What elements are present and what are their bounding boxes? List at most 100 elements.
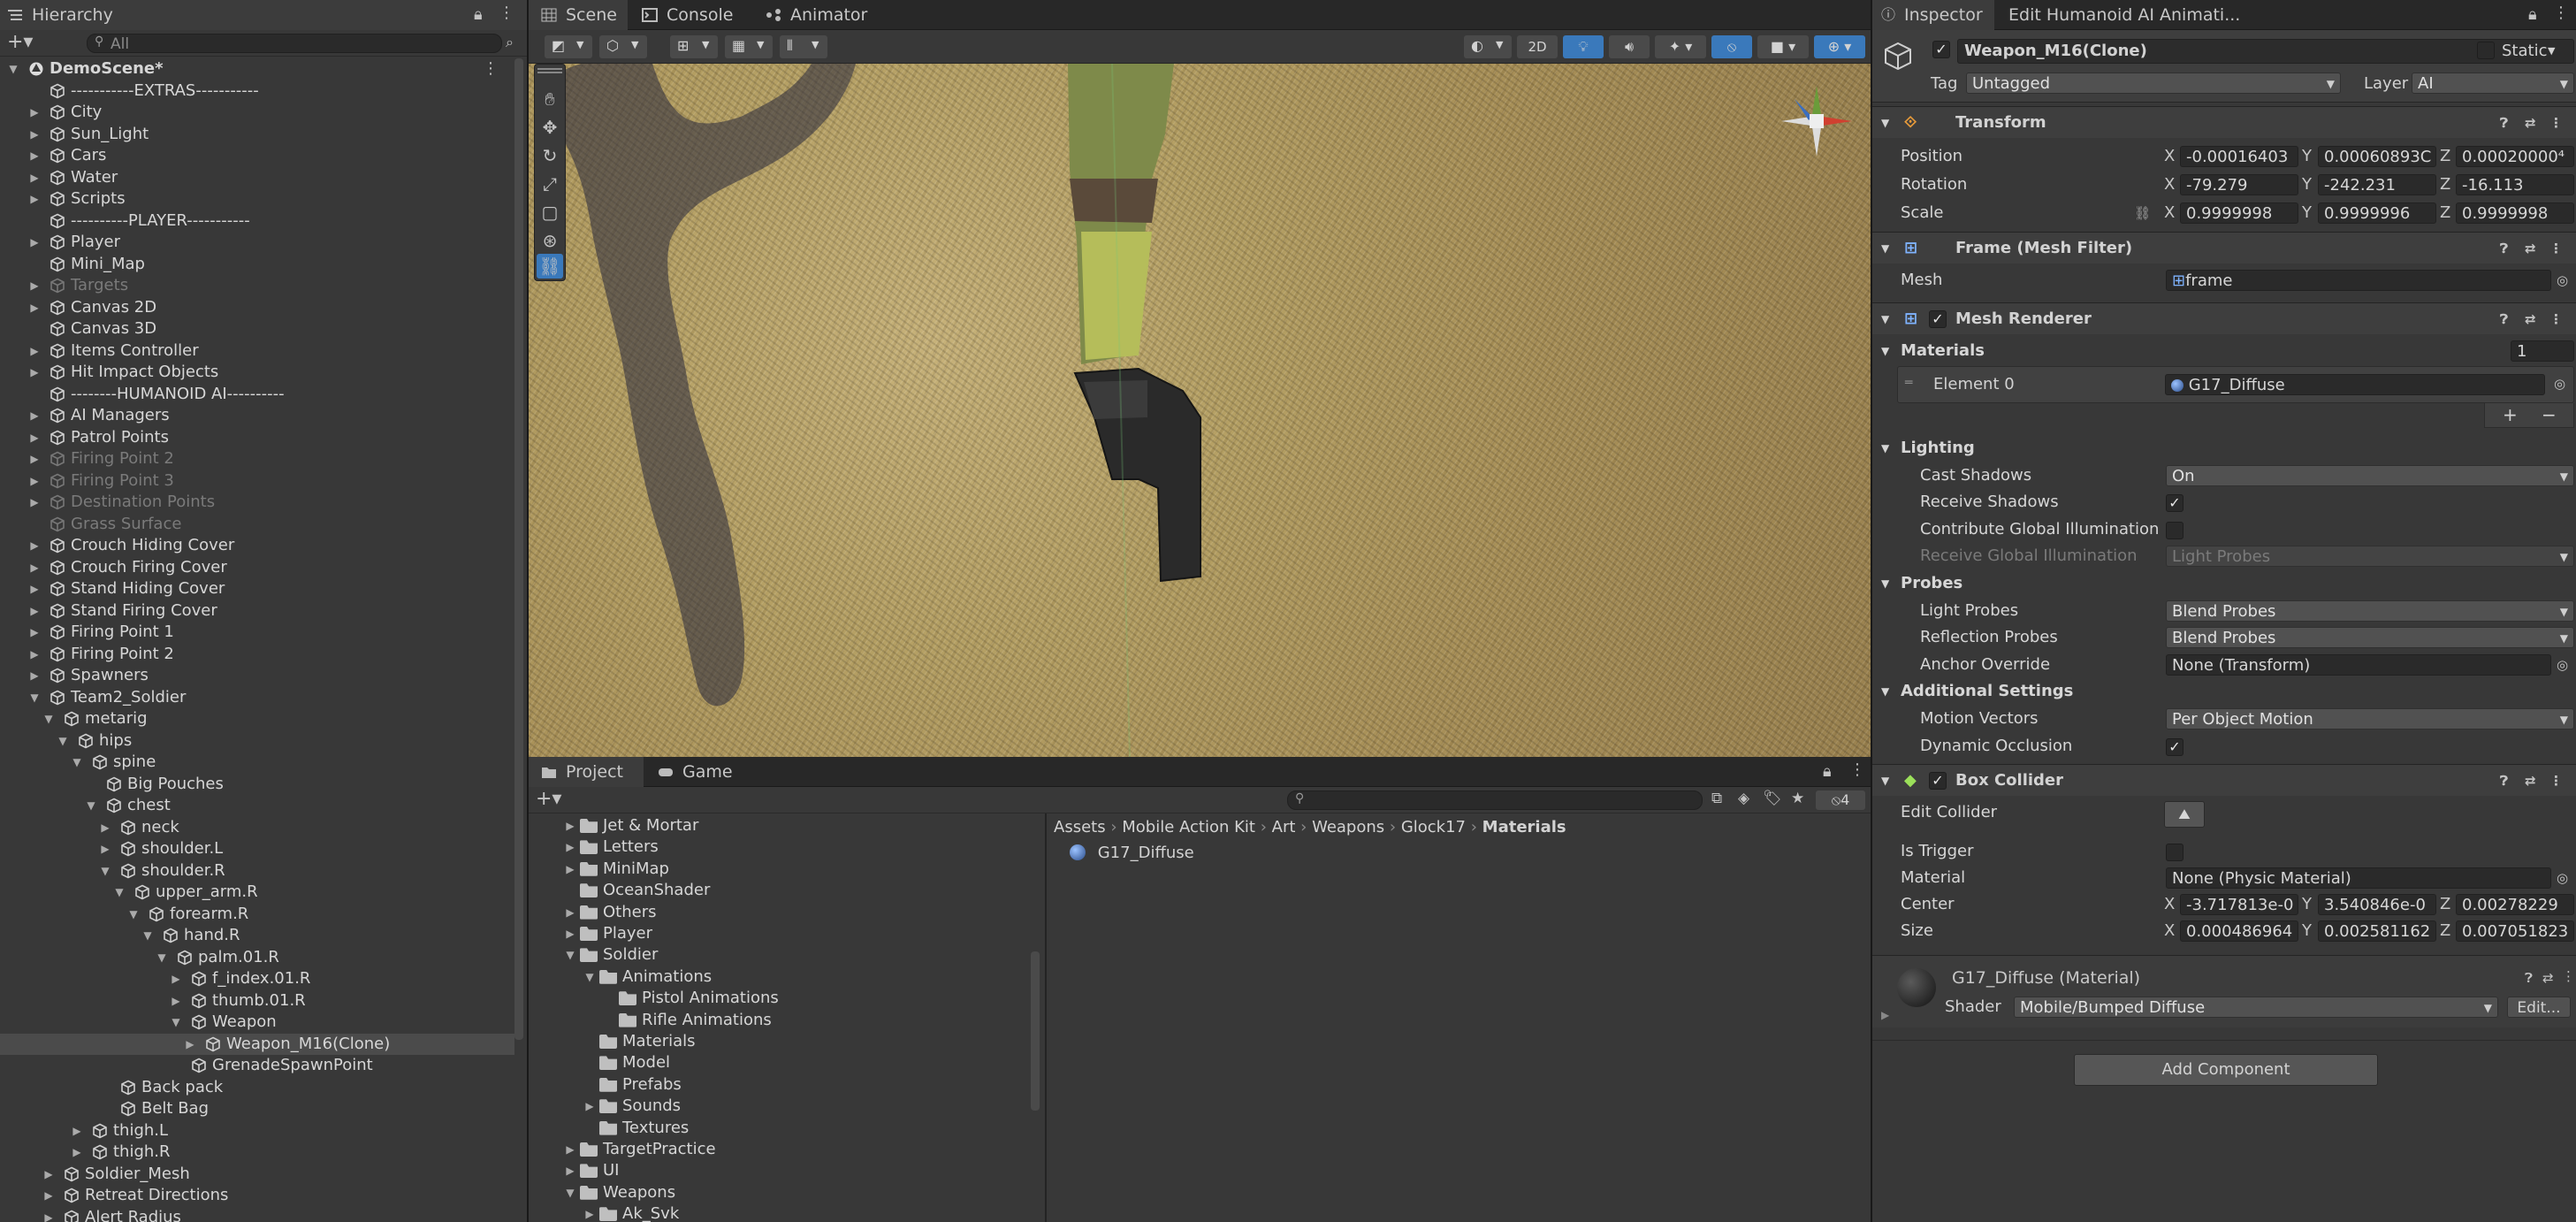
help-icon[interactable]: ❓︎ bbox=[2500, 107, 2508, 139]
preset-icon[interactable]: ⇄ bbox=[2525, 303, 2536, 335]
hierarchy-row[interactable]: ▶ Stand Firing Cover bbox=[0, 600, 514, 622]
hierarchy-row[interactable]: ▼ metarig bbox=[0, 708, 514, 729]
project-folder-row[interactable]: ▶ Player bbox=[529, 923, 1024, 944]
size-x-field[interactable]: 0.000486964 bbox=[2180, 920, 2298, 942]
foldout-closed-icon[interactable]: ▶ bbox=[564, 859, 576, 880]
foldout-closed-icon[interactable]: ▶ bbox=[28, 535, 41, 556]
scene-search-icon[interactable]: ⌕ bbox=[506, 34, 514, 51]
foldout-closed-icon[interactable]: ▶ bbox=[564, 836, 576, 858]
foldout-open-icon[interactable]: ▼ bbox=[85, 795, 97, 816]
component-menu-icon[interactable]: ⋮ bbox=[2562, 968, 2575, 984]
inspector-more-icon[interactable]: ⋮ bbox=[2553, 4, 2569, 22]
mesh-renderer-enabled-checkbox[interactable]: ✓ bbox=[1929, 310, 1947, 328]
hierarchy-row[interactable]: ▶ City bbox=[0, 102, 514, 123]
foldout-closed-icon[interactable]: ▶ bbox=[564, 1160, 576, 1181]
hierarchy-row[interactable]: Grass Surface bbox=[0, 514, 514, 535]
project-search-field[interactable]: ⚲ bbox=[1287, 790, 1703, 810]
preset-icon[interactable]: ⇄ bbox=[2542, 970, 2554, 986]
center-y-field[interactable]: 3.540846e-0 bbox=[2318, 894, 2436, 915]
foldout-closed-icon[interactable]: ▶ bbox=[28, 492, 41, 513]
hierarchy-row[interactable]: -----------EXTRAS----------- bbox=[0, 80, 514, 102]
active-checkbox[interactable]: ✓ bbox=[1932, 41, 1950, 58]
tab-game[interactable]: Game bbox=[645, 757, 751, 787]
foldout-closed-icon[interactable]: ▶ bbox=[28, 275, 41, 296]
align-dropdown[interactable]: ⫴ ▼ bbox=[780, 35, 827, 58]
box-collider-header[interactable]: ▼ ◆ ✓ Box Collider ❓︎ ⇄ ⋮ bbox=[1872, 764, 2576, 796]
foldout-closed-icon[interactable]: ▶ bbox=[28, 124, 41, 145]
hierarchy-row[interactable]: ▶ Firing Point 2 bbox=[0, 448, 514, 470]
hierarchy-row[interactable]: ▼ Weapon bbox=[0, 1012, 514, 1033]
project-folder-row[interactable]: ▶ UI bbox=[529, 1160, 1024, 1181]
foldout-closed-icon[interactable]: ▶ bbox=[564, 923, 576, 944]
position-z-field[interactable]: 0.00020000⁴ bbox=[2456, 146, 2574, 167]
transform-header[interactable]: ▼ ⟐ Transform ❓︎ ⇄ ⋮ bbox=[1872, 106, 2576, 138]
hierarchy-row[interactable]: ▶ shoulder.L bbox=[0, 838, 514, 859]
tab-edit-humanoid[interactable]: Edit Humanoid AI Animati... bbox=[1996, 0, 2240, 30]
foldout-closed-icon[interactable]: ▶ bbox=[28, 405, 41, 426]
foldout-open-icon[interactable]: ▼ bbox=[564, 944, 576, 966]
hierarchy-row[interactable]: ▶ Retreat Directions bbox=[0, 1185, 514, 1206]
hierarchy-row[interactable]: ▼ Team2_Soldier bbox=[0, 687, 514, 708]
hierarchy-row[interactable]: ----------PLAYER----------- bbox=[0, 210, 514, 232]
object-picker-icon[interactable]: ◎ bbox=[2554, 376, 2565, 392]
probes-section-row[interactable]: ▼ Probes bbox=[1872, 570, 2576, 597]
foldout-closed-icon[interactable]: ▶ bbox=[42, 1164, 55, 1185]
cast-shadows-dropdown[interactable]: On ▼ bbox=[2166, 464, 2574, 486]
hierarchy-row[interactable]: ▶ Weapon_M16(Clone) bbox=[0, 1033, 514, 1055]
foldout-closed-icon[interactable]: ▶ bbox=[28, 622, 41, 643]
foldout-open-icon[interactable]: ▼ bbox=[583, 966, 596, 988]
palette-grip[interactable] bbox=[537, 68, 562, 73]
project-split-divider[interactable] bbox=[1045, 813, 1047, 1222]
hierarchy-row[interactable]: ▶ f_index.01.R bbox=[0, 968, 514, 989]
size-y-field[interactable]: 0.002581162 bbox=[2318, 920, 2436, 942]
project-folder-row[interactable]: ▶ Others bbox=[529, 902, 1024, 923]
light-probes-dropdown[interactable]: Blend Probes ▼ bbox=[2166, 600, 2574, 622]
foldout-closed-icon[interactable]: ▶ bbox=[28, 600, 41, 622]
project-folder-row[interactable]: ▼ Animations bbox=[529, 966, 1024, 988]
contribute-gi-checkbox[interactable] bbox=[2166, 521, 2184, 539]
rotation-x-field[interactable]: -79.279 bbox=[2180, 174, 2298, 195]
project-folder-row[interactable]: Pistol Animations bbox=[529, 988, 1024, 1009]
foldout-closed-icon[interactable]: ▶ bbox=[28, 448, 41, 470]
hierarchy-row[interactable]: ▼ hand.R bbox=[0, 925, 514, 946]
mesh-renderer-header[interactable]: ▼ ⊞ ✓ Mesh Renderer ❓︎ ⇄ ⋮ bbox=[1872, 302, 2576, 334]
project-folder-row[interactable]: ▼ Soldier bbox=[529, 944, 1024, 966]
drag-handle-icon[interactable]: ═ bbox=[1905, 376, 1912, 390]
foldout-closed-icon[interactable]: ▶ bbox=[28, 557, 41, 578]
foldout-open-icon[interactable]: ▼ bbox=[71, 752, 83, 773]
hierarchy-row[interactable]: ▶ Sun_Light bbox=[0, 124, 514, 145]
foldout-closed-icon[interactable]: ▶ bbox=[28, 427, 41, 448]
scene-visibility-icon[interactable]: ⦸ bbox=[1711, 35, 1752, 58]
foldout-closed-icon[interactable]: ▶ bbox=[42, 1207, 55, 1222]
component-menu-icon[interactable]: ⋮ bbox=[2549, 107, 2563, 139]
foldout-open-icon[interactable]: ▼ bbox=[141, 925, 154, 946]
foldout-closed-icon[interactable]: ▶ bbox=[71, 1142, 83, 1163]
create-plus-button[interactable]: +▾ bbox=[7, 31, 33, 53]
hierarchy-row[interactable]: ▼ hips bbox=[0, 730, 514, 752]
hierarchy-row[interactable]: ▼ chest bbox=[0, 795, 514, 816]
foldout-open-icon[interactable]: ▼ bbox=[156, 947, 168, 968]
size-z-field[interactable]: 0.007051823 bbox=[2456, 920, 2574, 942]
hierarchy-row[interactable]: ▶ AI Managers bbox=[0, 405, 514, 426]
foldout-open-icon[interactable]: ▼ bbox=[127, 904, 140, 925]
audio-toggle-icon[interactable]: 🔊︎ bbox=[1609, 35, 1650, 58]
breadcrumb-item[interactable]: Glock17 bbox=[1401, 818, 1466, 836]
draw-mode-dropdown[interactable]: ◩ ▼ bbox=[545, 35, 592, 58]
foldout-closed-icon[interactable]: ▶ bbox=[28, 167, 41, 188]
preset-icon[interactable]: ⇄ bbox=[2525, 765, 2536, 797]
hierarchy-row[interactable]: ▶ Items Controller bbox=[0, 340, 514, 362]
position-x-field[interactable]: -0.00016403 bbox=[2180, 146, 2298, 167]
hierarchy-row[interactable]: ▶ Cars bbox=[0, 145, 514, 166]
constrain-proportions-icon[interactable]: ⛓︎ bbox=[2134, 200, 2151, 226]
more-menu-icon[interactable]: ⋮ bbox=[499, 4, 514, 22]
help-icon[interactable]: ❓︎ bbox=[2500, 765, 2508, 797]
foldout-closed-icon[interactable]: ▶ bbox=[28, 297, 41, 318]
foldout-open-icon[interactable]: ▼ bbox=[113, 882, 126, 903]
hierarchy-row[interactable]: ▶ Patrol Points bbox=[0, 427, 514, 448]
position-y-field[interactable]: 0.00060893C bbox=[2318, 146, 2436, 167]
component-menu-icon[interactable]: ⋮ bbox=[2549, 233, 2563, 264]
project-folder-row[interactable]: ▶ Letters bbox=[529, 836, 1024, 858]
hierarchy-row[interactable]: ▶ Water bbox=[0, 167, 514, 188]
project-lock-icon[interactable]: 🔒︎ bbox=[1823, 762, 1832, 781]
component-menu-icon[interactable]: ⋮ bbox=[2549, 765, 2563, 797]
